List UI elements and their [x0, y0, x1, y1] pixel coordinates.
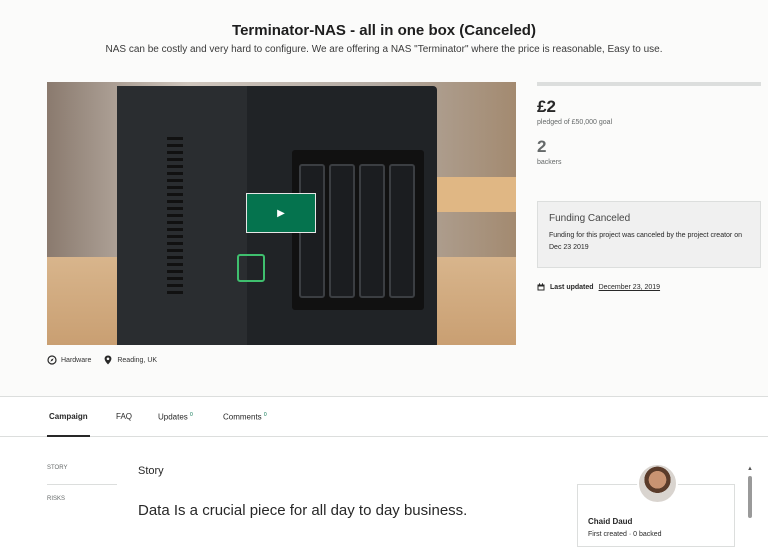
funding-status-body: Funding for this project was canceled by… — [549, 232, 742, 251]
location-tag[interactable]: Reading, UK — [103, 355, 157, 365]
last-updated-label: Last updated — [550, 283, 594, 291]
tab-updates-label: Updates — [158, 412, 188, 422]
story-heading: Story — [138, 465, 164, 477]
video-drive-bay — [359, 164, 385, 298]
backers-label: backers — [537, 159, 562, 166]
pledged-amount: £2 — [537, 97, 556, 116]
story-lead: Data Is a crucial piece for all day to d… — [138, 502, 468, 519]
map-pin-icon — [104, 355, 112, 365]
video-drive-bay — [389, 164, 415, 298]
video-nas-vents — [167, 137, 183, 297]
pledged-goal-label: pledged of £50,000 goal — [537, 119, 613, 126]
last-updated-date-link[interactable]: December 23, 2019 — [599, 284, 660, 291]
funding-progress-bar — [537, 82, 761, 86]
funding-status-box: Funding Canceled Funding for this projec… — [537, 201, 761, 268]
project-tabs: Campaign FAQ Updates 0 Comments 0 — [0, 396, 768, 437]
tab-updates[interactable]: Updates 0 — [158, 412, 193, 422]
sidenav-divider — [47, 484, 117, 485]
sidenav-risks[interactable]: RISKS — [47, 496, 65, 502]
video-power-led — [237, 254, 265, 282]
last-updated: Last updated December 23, 2019 — [537, 283, 660, 291]
tab-faq-label: FAQ — [116, 412, 133, 421]
funding-status-heading: Funding Canceled — [549, 213, 631, 224]
project-blurb: NAS can be costly and very hard to confi… — [105, 44, 663, 55]
compass-icon — [47, 355, 57, 365]
play-button[interactable]: ▶ — [246, 193, 316, 233]
tab-comments-label: Comments — [223, 412, 262, 422]
tab-campaign-label: Campaign — [49, 412, 88, 421]
video-drive-bay — [329, 164, 355, 298]
scrollbar-thumb[interactable] — [748, 476, 752, 518]
scroll-up-icon[interactable]: ▲ — [747, 466, 753, 472]
tab-campaign[interactable]: Campaign — [49, 412, 88, 421]
location-label: Reading, UK — [117, 356, 158, 364]
category-tag[interactable]: Hardware — [47, 355, 91, 365]
project-title: Terminator-NAS - all in one box (Cancele… — [232, 22, 536, 39]
creator-meta: First created · 0 backed — [588, 531, 662, 538]
backers-count: 2 — [537, 137, 547, 156]
tab-comments[interactable]: Comments 0 — [223, 412, 267, 422]
sidenav-story[interactable]: STORY — [47, 465, 67, 471]
tab-updates-count: 0 — [190, 412, 193, 418]
funding-stats: £2 pledged of £50,000 goal 2 backers — [537, 82, 761, 166]
tab-faq[interactable]: FAQ — [116, 412, 132, 421]
scrollbar[interactable]: ▲ — [746, 466, 754, 547]
creator-name[interactable]: Chaid Daud — [588, 517, 632, 526]
project-hero: Terminator-NAS - all in one box (Cancele… — [0, 0, 768, 396]
play-icon: ▶ — [277, 207, 285, 219]
tab-comments-count: 0 — [263, 412, 267, 418]
project-video[interactable]: ▶ — [47, 82, 516, 345]
avatar[interactable] — [637, 463, 678, 504]
video-shelf — [427, 177, 516, 212]
category-label: Hardware — [61, 356, 92, 364]
project-tags: Hardware Reading, UK — [47, 355, 157, 365]
calendar-icon — [537, 283, 545, 291]
